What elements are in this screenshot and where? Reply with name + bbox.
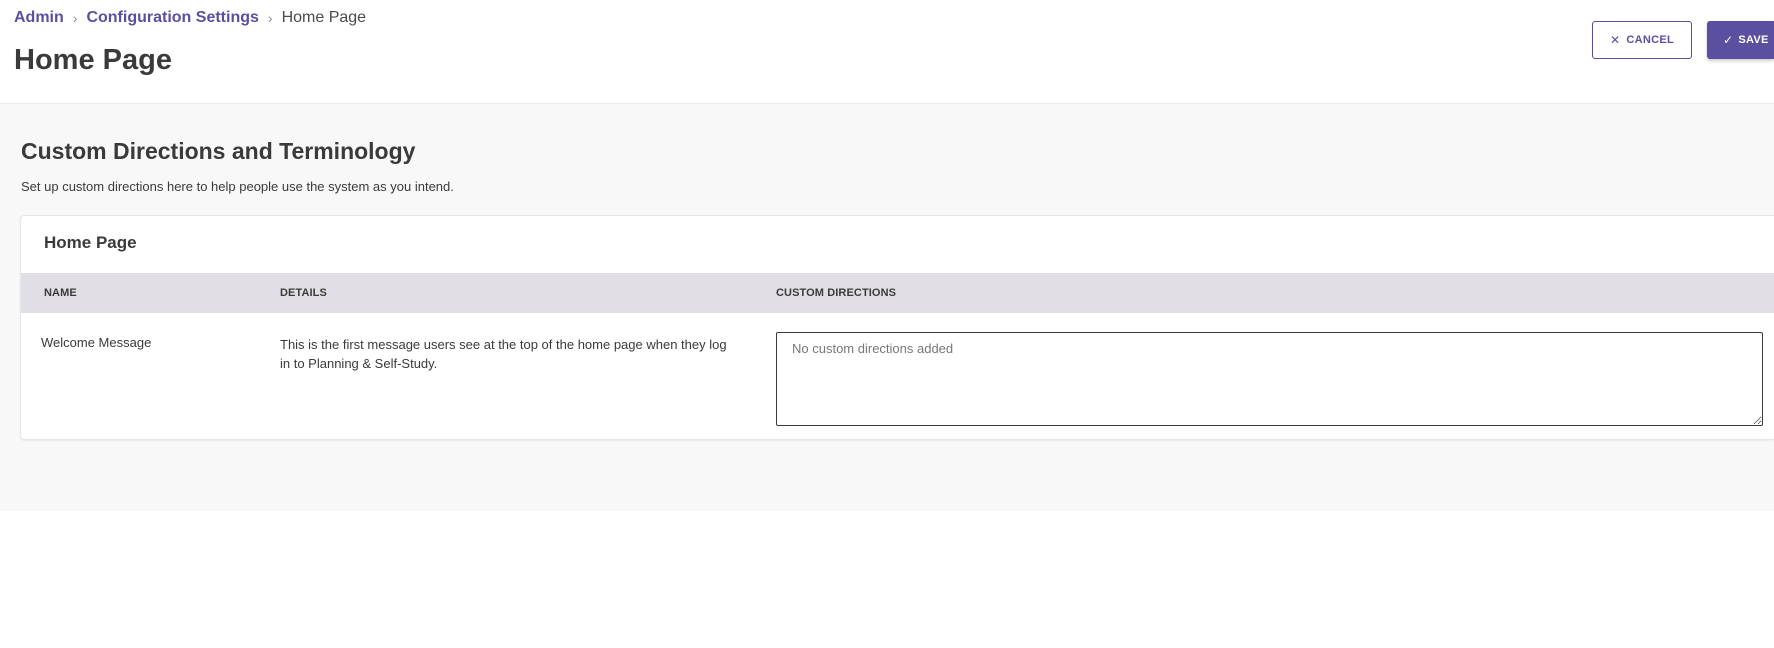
close-icon: ✕	[1610, 33, 1621, 47]
save-button[interactable]: ✓ SAVE	[1707, 21, 1774, 59]
section-title: Custom Directions and Terminology	[21, 138, 416, 164]
breadcrumb: Admin › Configuration Settings › Home Pa…	[14, 9, 366, 27]
breadcrumb-current: Home Page	[281, 9, 367, 26]
column-header-details: DETAILS	[280, 287, 327, 299]
custom-directions-textarea[interactable]	[776, 332, 1763, 426]
save-button-label: SAVE	[1738, 34, 1769, 46]
row-name: Welcome Message	[41, 335, 152, 350]
cancel-button[interactable]: ✕ CANCEL	[1592, 21, 1692, 59]
main-content: Custom Directions and Terminology Set up…	[0, 104, 1774, 511]
page-header: Admin › Configuration Settings › Home Pa…	[0, 0, 1774, 104]
home-page-card: Home Page NAME DETAILS CUSTOM DIRECTIONS…	[20, 215, 1774, 440]
table-header: NAME DETAILS CUSTOM DIRECTIONS	[21, 273, 1774, 313]
column-header-name: NAME	[44, 287, 77, 299]
breadcrumb-separator: ›	[267, 10, 273, 26]
section-description: Set up custom directions here to help pe…	[21, 179, 454, 194]
cancel-button-label: CANCEL	[1626, 34, 1674, 46]
row-details: This is the first message users see at t…	[280, 337, 727, 371]
check-icon: ✓	[1723, 33, 1734, 47]
table-row: Welcome Message This is the first messag…	[21, 313, 1774, 440]
breadcrumb-separator: ›	[72, 10, 78, 26]
card-title: Home Page	[44, 233, 137, 252]
column-header-custom-directions: CUSTOM DIRECTIONS	[776, 287, 897, 299]
page-title: Home Page	[14, 44, 172, 76]
breadcrumb-configuration-settings-link[interactable]: Configuration Settings	[86, 9, 258, 27]
breadcrumb-admin-link[interactable]: Admin	[14, 9, 64, 27]
